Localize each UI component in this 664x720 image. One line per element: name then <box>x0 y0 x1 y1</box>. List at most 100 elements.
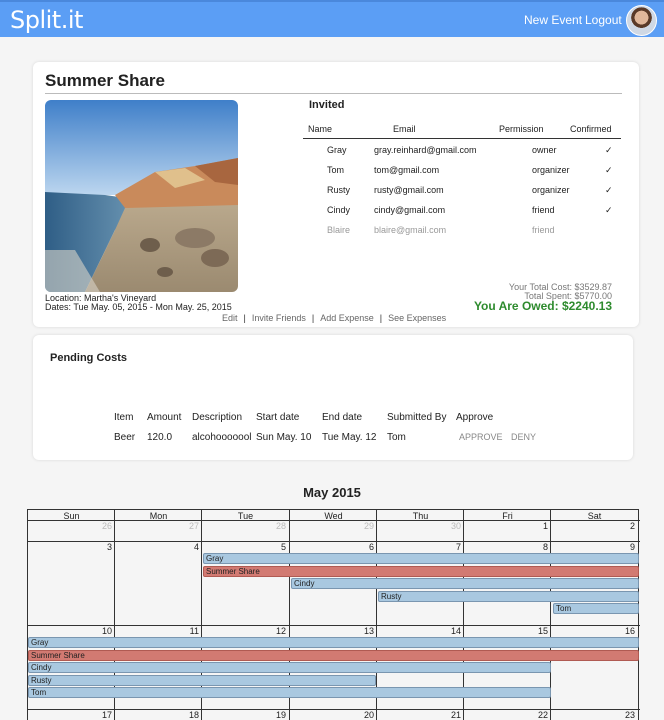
invited-row: Tom tom@gmail.com organizer ✓ <box>33 165 639 185</box>
day-cell[interactable]: 17 <box>28 710 112 720</box>
invitee-email[interactable]: rusty@gmail.com <box>374 185 444 195</box>
day-cell[interactable]: 3 <box>28 542 112 552</box>
pending-header-approve: Approve <box>456 412 494 423</box>
day-cell[interactable]: 23 <box>551 710 635 720</box>
dayname-mon: Mon <box>149 511 168 521</box>
calendar-title: May 2015 <box>303 485 361 500</box>
day-cell[interactable]: 13 <box>290 626 374 636</box>
invitee-email[interactable]: tom@gmail.com <box>374 165 439 175</box>
invitee-name: Blaire <box>327 225 351 235</box>
pending-header-end: End date <box>322 412 363 423</box>
day-cell[interactable]: 7 <box>377 542 461 552</box>
day-cell[interactable]: 1 <box>464 521 548 531</box>
day-cell[interactable]: 6 <box>290 542 374 552</box>
dayname-sat: Sat <box>587 511 602 521</box>
day-cell[interactable]: 8 <box>464 542 548 552</box>
pending-header-submitted: Submitted By <box>387 412 447 423</box>
day-cell[interactable]: 14 <box>377 626 461 636</box>
invitee-permission: organizer <box>532 165 570 175</box>
day-cell[interactable]: 19 <box>202 710 286 720</box>
dayname-sun: Sun <box>63 511 80 521</box>
day-cell[interactable]: 10 <box>28 626 112 636</box>
trip-dates: Dates: Tue May. 05, 2015 - Mon May. 25, … <box>45 302 232 312</box>
invited-row: Cindy cindy@gmail.com friend ✓ <box>33 205 639 225</box>
approve-button[interactable]: APPROVE <box>459 432 503 442</box>
day-cell[interactable]: 21 <box>377 710 461 720</box>
invited-header-divider <box>303 138 621 139</box>
confirmed-check-icon: ✓ <box>605 205 613 215</box>
invitee-permission: organizer <box>532 185 570 195</box>
calendar-event-summer-share[interactable]: Summer Share <box>28 650 639 661</box>
pending-end-date: Tue May. 12 <box>322 432 377 443</box>
invited-heading: Invited <box>309 99 345 111</box>
pending-item: Beer <box>114 432 136 443</box>
day-cell[interactable]: 20 <box>290 710 374 720</box>
pending-header-item: Item <box>114 412 134 423</box>
top-navbar: Split.it New Event Logout <box>0 0 664 37</box>
pending-header-description: Description <box>192 412 243 423</box>
invitee-email[interactable]: blaire@gmail.com <box>374 225 446 235</box>
calendar-event-tom[interactable]: Tom <box>28 687 551 698</box>
calendar-event-cindy[interactable]: Cindy <box>291 578 639 589</box>
day-cell[interactable]: 30 <box>377 521 461 531</box>
day-cell[interactable]: 15 <box>464 626 548 636</box>
col-header-name: Name <box>308 124 333 134</box>
invited-row-pending: Blaire blaire@gmail.com friend <box>33 225 639 245</box>
calendar-event-summer-share[interactable]: Summer Share <box>203 566 639 577</box>
calendar-event-rusty[interactable]: Rusty <box>378 591 639 602</box>
calendar-event-gray[interactable]: Gray <box>203 553 639 564</box>
calendar-event-cindy[interactable]: Cindy <box>28 662 551 673</box>
day-cell[interactable]: 29 <box>290 521 374 531</box>
dayname-wed: Wed <box>324 511 343 521</box>
trip-title: Summer Share <box>45 71 165 90</box>
day-cell[interactable]: 2 <box>551 521 635 531</box>
day-cell[interactable]: 12 <box>202 626 286 636</box>
pending-amount: 120.0 <box>147 432 173 443</box>
brand-logo[interactable]: Split.it <box>10 6 83 34</box>
separator: | <box>379 313 383 323</box>
user-avatar[interactable] <box>626 5 657 36</box>
invite-friends-link[interactable]: Invite Friends <box>252 313 306 323</box>
calendar-event-gray[interactable]: Gray <box>28 637 639 648</box>
day-cell[interactable]: 9 <box>551 542 635 552</box>
confirmed-check-icon: ✓ <box>605 165 613 175</box>
day-cell[interactable]: 28 <box>202 521 286 531</box>
invited-row: Gray gray.reinhard@gmail.com owner ✓ <box>33 145 639 165</box>
title-divider <box>45 93 622 94</box>
dayname-thu: Thu <box>412 511 429 521</box>
pending-start-date: Sun May. 10 <box>256 432 312 443</box>
day-cell[interactable]: 11 <box>115 626 199 636</box>
day-cell[interactable]: 16 <box>551 626 635 636</box>
day-cell[interactable]: 5 <box>202 542 286 552</box>
col-header-permission: Permission <box>499 124 544 134</box>
calendar-event-rusty[interactable]: Rusty <box>28 675 376 686</box>
deny-button[interactable]: DENY <box>511 432 536 442</box>
amount-owed: You Are Owed: $2240.13 <box>473 299 612 313</box>
logout-link[interactable]: Logout <box>585 13 622 27</box>
day-cell[interactable]: 22 <box>464 710 548 720</box>
day-cell[interactable]: 18 <box>115 710 199 720</box>
see-expenses-link[interactable]: See Expenses <box>388 313 446 323</box>
day-cell[interactable]: 4 <box>115 542 199 552</box>
invitee-name: Cindy <box>327 205 351 215</box>
pending-costs-title: Pending Costs <box>50 352 128 364</box>
col-header-email: Email <box>393 124 416 134</box>
new-event-link[interactable]: New Event <box>524 13 582 27</box>
pending-header-amount: Amount <box>147 412 182 423</box>
add-expense-link[interactable]: Add Expense <box>320 313 374 323</box>
dayname-fri: Fri <box>502 511 513 521</box>
pending-header-start: Start date <box>256 412 300 423</box>
day-cell[interactable]: 27 <box>115 521 199 531</box>
invitee-email[interactable]: cindy@gmail.com <box>374 205 445 215</box>
pending-description: alcohooooool <box>192 432 252 443</box>
edit-link[interactable]: Edit <box>222 313 238 323</box>
trip-card: Summer Share Location: Martha's Vineyard… <box>33 62 639 327</box>
pending-costs-card: Pending Costs Item Amount Description St… <box>33 335 633 460</box>
calendar-event-tom[interactable]: Tom <box>553 603 639 614</box>
invitee-name: Rusty <box>327 185 351 195</box>
invitee-permission: owner <box>532 145 557 155</box>
day-cell[interactable]: 26 <box>28 521 112 531</box>
separator: | <box>311 313 315 323</box>
calendar-grid: Sun Mon Tue Wed Thu Fri Sat 26 27 28 29 … <box>27 509 640 720</box>
invitee-email[interactable]: gray.reinhard@gmail.com <box>374 145 477 155</box>
